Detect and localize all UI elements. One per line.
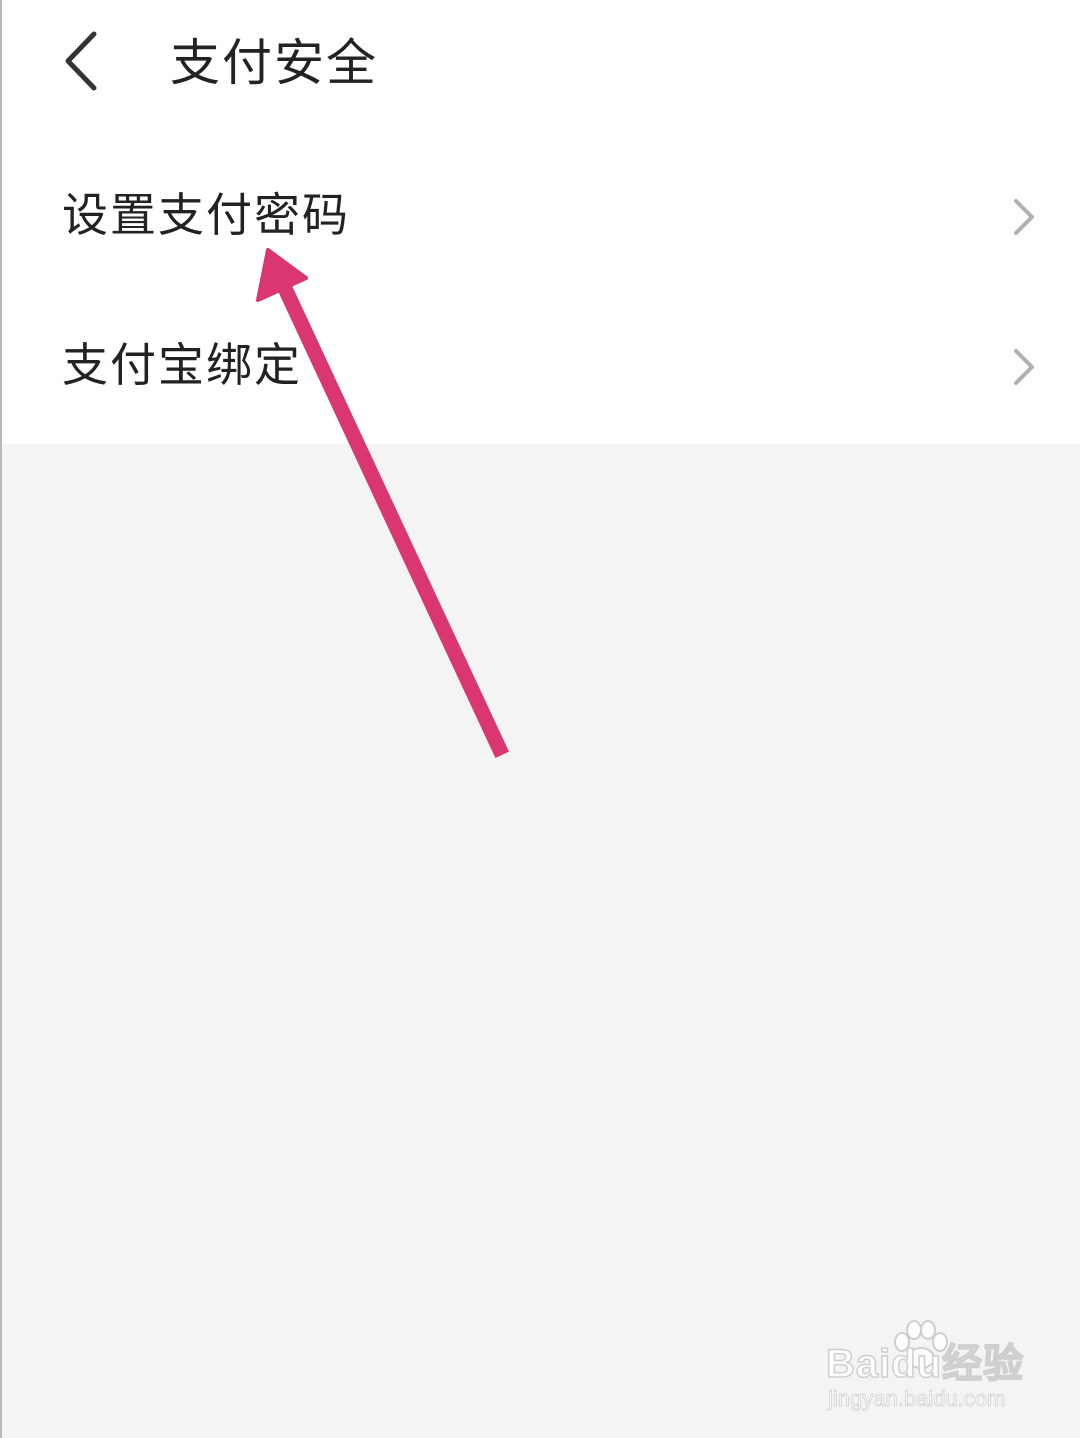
menu-item-set-payment-password[interactable]: 设置支付密码 xyxy=(2,140,1080,290)
settings-menu: 设置支付密码 支付宝绑定 xyxy=(2,130,1080,444)
top-bar: 支付安全 xyxy=(2,0,1080,130)
chevron-right-icon xyxy=(1004,195,1040,239)
menu-item-label: 设置支付密码 xyxy=(62,188,350,242)
menu-item-label: 支付宝绑定 xyxy=(62,338,302,392)
watermark: Baidu经验 jingyan.baidu.com xyxy=(825,1320,1026,1420)
chevron-right-icon xyxy=(1004,345,1040,389)
watermark-url: jingyan.baidu.com xyxy=(828,1386,1006,1412)
menu-item-alipay-binding[interactable]: 支付宝绑定 xyxy=(2,290,1080,440)
watermark-brand: Baidu经验 xyxy=(825,1341,1025,1387)
chevron-left-icon xyxy=(65,31,97,91)
page-title: 支付安全 xyxy=(170,34,378,92)
back-button[interactable] xyxy=(54,26,114,96)
